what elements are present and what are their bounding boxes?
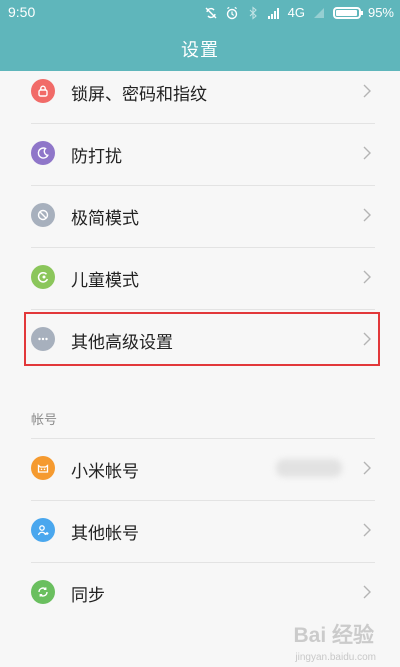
battery-level: 95% bbox=[367, 5, 394, 20]
battery-icon bbox=[332, 6, 363, 19]
setting-advanced-label: 其他高级设置 bbox=[71, 333, 173, 353]
status-icons: 4G 95% bbox=[204, 5, 394, 20]
sync-icon bbox=[31, 580, 55, 604]
setting-minimal-mode[interactable]: 极简模式 bbox=[0, 186, 400, 248]
setting-do-not-disturb[interactable]: 防打扰 bbox=[0, 124, 400, 186]
chevron-right-icon bbox=[362, 145, 372, 161]
page-title: 设置 bbox=[181, 40, 219, 61]
chevron-right-icon bbox=[362, 331, 372, 347]
user-add-icon bbox=[31, 518, 55, 542]
watermark-logo: Bai 经验 bbox=[293, 619, 374, 649]
watermark-suffix: 经验 bbox=[332, 624, 374, 647]
setting-child-mode[interactable]: 儿童模式 bbox=[0, 248, 400, 310]
section-header-account: 帐号 bbox=[31, 413, 58, 428]
minimal-mode-icon bbox=[31, 203, 55, 227]
status-time: 9:50 bbox=[8, 4, 36, 20]
setting-mi-account-label: 小米帐号 bbox=[71, 462, 139, 482]
status-bar: 9:50 4G 95% bbox=[0, 0, 400, 28]
moon-icon bbox=[31, 141, 55, 165]
chevron-right-icon bbox=[362, 460, 372, 476]
account-name-blurred bbox=[276, 459, 342, 477]
setting-other-accounts-label: 其他帐号 bbox=[71, 524, 139, 544]
mi-account-icon bbox=[31, 456, 55, 480]
setting-advanced[interactable]: 其他高级设置 bbox=[0, 310, 400, 372]
setting-lock-screen[interactable]: 锁屏、密码和指纹 bbox=[0, 62, 400, 124]
setting-lock-screen-label: 锁屏、密码和指纹 bbox=[71, 85, 207, 105]
app-header: 9:50 4G 95% 设置 bbox=[0, 0, 400, 71]
setting-sync[interactable]: 同步 bbox=[0, 563, 400, 625]
lock-icon bbox=[31, 79, 55, 103]
setting-other-accounts[interactable]: 其他帐号 bbox=[0, 501, 400, 563]
chevron-right-icon bbox=[362, 83, 372, 99]
setting-do-not-disturb-label: 防打扰 bbox=[71, 147, 122, 167]
chevron-right-icon bbox=[362, 584, 372, 600]
setting-sync-label: 同步 bbox=[71, 586, 105, 606]
chevron-right-icon bbox=[362, 522, 372, 538]
watermark-url: jingyan.baidu.com bbox=[295, 652, 376, 663]
bluetooth-icon bbox=[246, 5, 260, 20]
sync-off-icon bbox=[204, 6, 218, 20]
alarm-icon bbox=[225, 6, 239, 20]
signal-icon bbox=[267, 6, 281, 20]
watermark-brand: Bai bbox=[293, 624, 327, 647]
chevron-right-icon bbox=[362, 269, 372, 285]
more-icon bbox=[31, 327, 55, 351]
setting-child-mode-label: 儿童模式 bbox=[71, 271, 139, 291]
wifi-icon bbox=[312, 6, 326, 20]
setting-minimal-mode-label: 极简模式 bbox=[71, 209, 139, 229]
child-mode-icon bbox=[31, 265, 55, 289]
network-type: 4G bbox=[287, 5, 305, 20]
chevron-right-icon bbox=[362, 207, 372, 223]
